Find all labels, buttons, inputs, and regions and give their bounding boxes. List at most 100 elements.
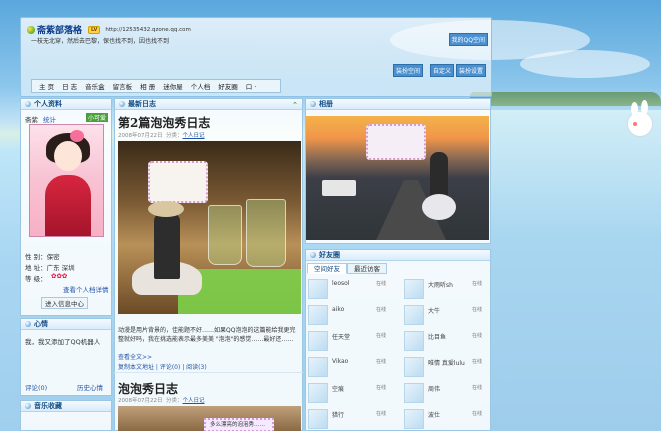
nav-friends[interactable]: 好友圈 — [218, 81, 238, 91]
online-status: 在线 — [472, 359, 483, 365]
tab-recent-visitors[interactable]: 最近访客 — [347, 263, 387, 274]
nav-more[interactable]: 口 · — [246, 81, 257, 91]
panel-title: 最新日志 ⌃ — [115, 99, 302, 110]
collapse-icon[interactable]: ⌃ — [292, 101, 298, 109]
friend-avatar[interactable] — [404, 331, 424, 351]
friends-tabs: 空间好友 最近访客 — [307, 263, 387, 274]
post-title[interactable]: 第2篇泡泡秀日志 — [118, 114, 210, 131]
mood-panel: 心情 我，我又添加了QQ机器人 评论(0) 历史心情 — [20, 318, 112, 396]
friend-avatar[interactable] — [404, 409, 424, 429]
post-title[interactable]: 泡泡秀日志 — [118, 380, 178, 397]
friend-avatar[interactable] — [308, 279, 328, 299]
nav-profile[interactable]: 个人档 — [191, 81, 211, 91]
profile-panel: 个人资料 斋紫 统计 小可爱 性 别：保密 地 址：广东 深圳 等 级： ✿✿✿… — [20, 98, 112, 316]
friend-name[interactable]: 猎行 — [332, 410, 344, 419]
nav-album[interactable]: 相 册 — [140, 81, 155, 91]
post-meta: 2008年07月22日 分类：个人日记 — [118, 133, 205, 139]
speech-bubble — [148, 161, 208, 203]
friend-name[interactable]: 大雨听sh — [428, 280, 453, 289]
panel-title: 心情 — [21, 319, 111, 330]
view-profile-link[interactable]: 查看个人档详情 — [63, 284, 109, 294]
post-footer-links[interactable]: 复制本文地址 | 评论(0) | 阅读(3) — [118, 362, 207, 371]
friend-name[interactable]: 大牛 — [428, 306, 440, 315]
read-more-link[interactable]: 查看全文>> — [118, 352, 152, 361]
mood-history-link[interactable]: 历史心情 — [77, 382, 103, 392]
stats-link[interactable]: 统计 — [43, 114, 56, 124]
nav-mini-house[interactable]: 迷你屋 — [163, 81, 183, 91]
level-row: 等 级： — [25, 275, 47, 283]
friend-avatar[interactable] — [308, 383, 328, 403]
post-excerpt: 动漫是用片背景的，佳能题不好……如果QQ泡泡的这篇能给我更完整就好吗，我在挑选能… — [118, 327, 296, 343]
avatar[interactable] — [29, 124, 104, 237]
nav-blog[interactable]: 日 志 — [62, 81, 77, 91]
info-center-button[interactable]: 进入信息中心 — [41, 297, 88, 309]
friend-avatar[interactable] — [404, 279, 424, 299]
friend-item[interactable]: aiko 在线 — [308, 305, 394, 329]
friend-name[interactable]: Vikao — [332, 358, 348, 365]
friend-avatar[interactable] — [308, 409, 328, 429]
online-status: 在线 — [376, 359, 387, 365]
logo-icon — [27, 25, 35, 34]
main-nav: 主 页 日 志 音乐盒 留言板 相 册 迷你屋 个人档 好友圈 口 · — [31, 79, 281, 93]
friend-name[interactable]: 比目鱼 — [428, 332, 446, 341]
customize-button[interactable]: 自定义 — [430, 64, 455, 77]
space-title: 斋紫部落格 — [37, 26, 83, 36]
friend-name[interactable]: 空痕 — [332, 384, 344, 393]
friend-item[interactable]: 大牛 在线 — [404, 305, 490, 329]
friend-item[interactable]: leosol 在线 — [308, 279, 394, 303]
space-url[interactable]: http://12535432.qzone.qq.com — [105, 27, 190, 33]
cute-badge[interactable]: 小可爱 — [85, 113, 108, 122]
friend-item[interactable]: 猎行 在线 — [308, 409, 394, 431]
friend-avatar[interactable] — [404, 383, 424, 403]
friend-avatar[interactable] — [404, 305, 424, 325]
decorate-button[interactable]: 装扮空间 — [393, 64, 424, 77]
photo-bubble — [366, 124, 426, 160]
cloud — [520, 50, 650, 78]
site-logo: 斋紫部落格 LV http://12535432.qzone.qq.com — [27, 23, 191, 36]
friend-name[interactable]: leosol — [332, 280, 350, 287]
friend-item[interactable]: Vikao 在线 — [308, 357, 394, 381]
album-photo[interactable] — [306, 116, 489, 240]
friend-item[interactable]: 空痕 在线 — [308, 383, 394, 407]
online-status: 在线 — [472, 385, 483, 391]
friend-name[interactable]: 周伟 — [428, 384, 440, 393]
online-status: 在线 — [472, 281, 483, 287]
friend-avatar[interactable] — [308, 357, 328, 377]
friend-item[interactable]: 任天堂 在线 — [308, 331, 394, 355]
location-row: 地 址：广东 深圳 — [25, 264, 75, 272]
panel-title: 好友圈 — [306, 250, 490, 261]
settings-button[interactable]: 装扮设置 — [456, 64, 487, 77]
tab-space-friends[interactable]: 空间好友 — [307, 263, 347, 274]
friend-item[interactable]: 比目鱼 在线 — [404, 331, 490, 355]
friend-item[interactable]: 周伟 在线 — [404, 383, 490, 407]
friend-name[interactable]: 唯情 真爱lulu — [428, 358, 465, 367]
panel-title: 音乐收藏 — [21, 401, 111, 412]
friend-item[interactable]: 大雨听sh 在线 — [404, 279, 490, 303]
online-status: 在线 — [376, 281, 387, 287]
nav-home[interactable]: 主 页 — [39, 81, 54, 91]
truck-shape — [322, 180, 356, 196]
friend-avatar[interactable] — [308, 305, 328, 325]
friend-item[interactable]: 波仕 在线 — [404, 409, 490, 431]
online-status: 在线 — [472, 411, 483, 417]
online-status: 在线 — [376, 385, 387, 391]
my-qzone-button[interactable]: 我的QQ空间 — [448, 33, 488, 46]
album-icon — [310, 101, 316, 107]
online-status: 在线 — [472, 333, 483, 339]
nav-guestbook[interactable]: 留言板 — [113, 81, 133, 91]
nav-music[interactable]: 音乐盒 — [85, 81, 105, 91]
friend-avatar[interactable] — [404, 357, 424, 377]
friend-name[interactable]: aiko — [332, 306, 344, 313]
online-status: 在线 — [376, 333, 387, 339]
friend-name[interactable]: 任天堂 — [332, 332, 350, 341]
mood-comment-link[interactable]: 评论(0) — [25, 382, 47, 392]
profile-icon — [25, 101, 31, 107]
friend-avatar[interactable] — [308, 331, 328, 351]
friend-name[interactable]: 波仕 — [428, 410, 440, 419]
post-meta: 2008年07月22日 分类：个人日记 — [118, 398, 205, 404]
profile-name: 斋紫 — [25, 116, 38, 124]
friend-item[interactable]: 唯情 真爱lulu 在线 — [404, 357, 490, 381]
blog-icon — [119, 101, 125, 107]
post-photo[interactable] — [118, 141, 301, 314]
post2-photo[interactable]: 多么漂亮的泡泡秀…… — [118, 406, 301, 431]
